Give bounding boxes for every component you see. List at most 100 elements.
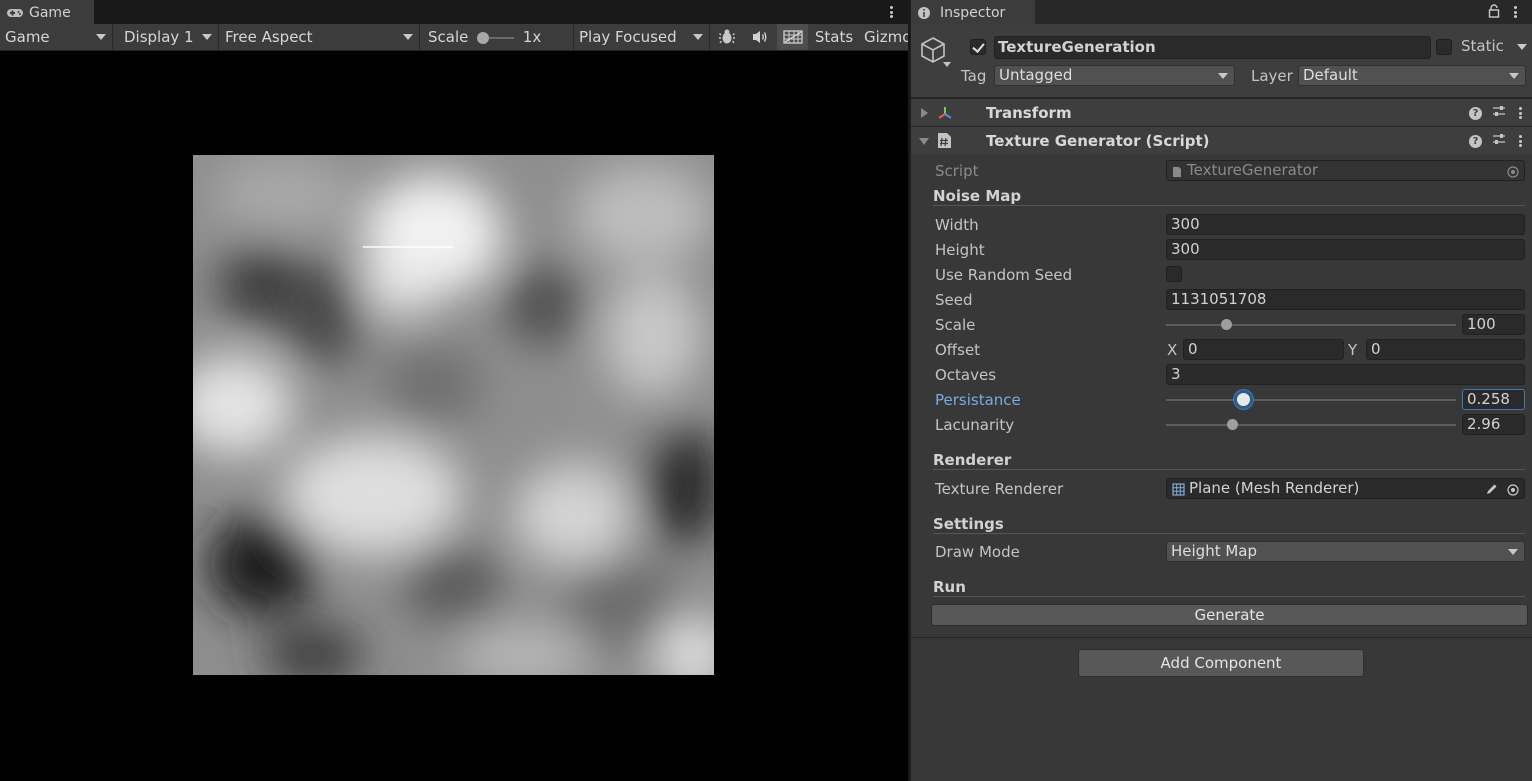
game-more-menu-icon[interactable] bbox=[887, 4, 895, 20]
section-divider bbox=[933, 469, 1525, 470]
octaves-field[interactable]: 3 bbox=[1166, 364, 1525, 385]
script-label: Script bbox=[935, 162, 979, 180]
transform-title: Transform bbox=[986, 104, 1072, 122]
presets-sliders-icon[interactable] bbox=[1492, 104, 1506, 122]
scale-field[interactable]: 100 bbox=[1462, 314, 1525, 335]
scale-slider-thumb[interactable] bbox=[477, 32, 489, 44]
script-file-icon bbox=[1172, 164, 1182, 180]
active-toggle-checkbox[interactable] bbox=[970, 39, 986, 55]
texture-renderer-value: Plane (Mesh Renderer) bbox=[1189, 479, 1360, 497]
use-random-seed-label: Use Random Seed bbox=[935, 266, 1073, 284]
lacunarity-slider[interactable] bbox=[1166, 424, 1456, 426]
static-chevron-down-icon[interactable] bbox=[1517, 44, 1527, 50]
scale-label: Scale bbox=[935, 316, 976, 334]
seed-label: Seed bbox=[935, 291, 973, 309]
scale-slider-thumb[interactable] bbox=[1221, 319, 1233, 330]
component-menu-icon[interactable] bbox=[1516, 105, 1524, 121]
game-view[interactable] bbox=[0, 52, 908, 781]
texture-generator-component-header[interactable]: Texture Generator (Script) ? bbox=[911, 126, 1532, 154]
info-icon bbox=[917, 6, 937, 20]
chevron-down-icon bbox=[1218, 73, 1228, 79]
static-label: Static bbox=[1461, 37, 1504, 55]
play-mode-dropdown[interactable]: Play Focused bbox=[573, 24, 710, 50]
layer-dropdown[interactable]: Default bbox=[1298, 65, 1526, 86]
tag-dropdown[interactable]: Untagged bbox=[994, 65, 1235, 86]
edit-pencil-icon[interactable] bbox=[1485, 482, 1498, 498]
transform-axes-icon bbox=[937, 105, 953, 125]
inspector-panel: Inspector TextureGeneration Static Tag U… bbox=[910, 0, 1532, 781]
help-icon[interactable]: ? bbox=[1469, 106, 1482, 120]
offset-label: Offset bbox=[935, 341, 981, 359]
offset-x-field[interactable]: 0 bbox=[1183, 339, 1344, 360]
tag-label: Tag bbox=[961, 67, 987, 85]
layer-label: Layer bbox=[1251, 67, 1293, 85]
width-label: Width bbox=[935, 216, 979, 234]
foldout-open-icon[interactable] bbox=[919, 138, 929, 145]
lacunarity-field[interactable]: 2.96 bbox=[1462, 414, 1525, 435]
object-picker-target-icon[interactable] bbox=[1507, 482, 1519, 498]
persistance-slider-thumb[interactable] bbox=[1237, 393, 1251, 406]
aspect-dropdown[interactable]: Free Aspect bbox=[220, 24, 420, 50]
chevron-down-icon bbox=[96, 34, 106, 40]
transform-component-header[interactable]: Transform ? bbox=[911, 98, 1532, 126]
foldout-closed-icon[interactable] bbox=[921, 108, 928, 118]
section-divider bbox=[933, 596, 1525, 597]
scale-slider[interactable] bbox=[1166, 324, 1456, 326]
mute-audio-icon[interactable] bbox=[746, 24, 774, 50]
tab-game-label: Game bbox=[29, 5, 71, 21]
draw-mode-value: Height Map bbox=[1171, 542, 1258, 560]
script-hash-icon bbox=[937, 132, 952, 153]
game-tab-bar: Game bbox=[0, 0, 908, 24]
persistance-slider[interactable] bbox=[1166, 399, 1456, 401]
use-random-seed-checkbox[interactable] bbox=[1166, 266, 1182, 282]
stats-button[interactable]: Stats bbox=[812, 24, 856, 50]
section-divider bbox=[933, 205, 1525, 206]
presets-sliders-icon[interactable] bbox=[1492, 132, 1506, 150]
tag-value: Untagged bbox=[999, 66, 1073, 84]
object-header: TextureGeneration Static Tag Untagged La… bbox=[911, 24, 1532, 98]
width-field[interactable]: 300 bbox=[1166, 214, 1525, 235]
scale-value: 1x bbox=[522, 28, 542, 46]
section-run: Run bbox=[933, 578, 966, 596]
seed-field[interactable]: 1131051708 bbox=[1166, 289, 1525, 310]
object-picker-target-icon bbox=[1507, 164, 1519, 180]
persistance-field[interactable]: 0.258 bbox=[1462, 389, 1525, 410]
tab-inspector[interactable]: Inspector bbox=[911, 0, 1035, 24]
offset-y-label: Y bbox=[1348, 341, 1358, 359]
octaves-label: Octaves bbox=[935, 366, 997, 384]
aspect-value: Free Aspect bbox=[225, 28, 313, 46]
section-renderer: Renderer bbox=[933, 451, 1012, 469]
icon-picker-chevron-icon[interactable] bbox=[943, 62, 951, 67]
mesh-renderer-grid-icon bbox=[1172, 482, 1185, 498]
draw-mode-dropdown[interactable]: Height Map bbox=[1166, 541, 1525, 562]
height-field[interactable]: 300 bbox=[1166, 239, 1525, 260]
chevron-down-icon bbox=[1509, 73, 1519, 79]
static-checkbox[interactable] bbox=[1436, 39, 1452, 55]
component-divider bbox=[911, 637, 1532, 638]
lacunarity-slider-thumb[interactable] bbox=[1227, 419, 1239, 430]
view-mode-dropdown[interactable]: Game bbox=[0, 24, 113, 50]
lock-icon[interactable] bbox=[1488, 4, 1500, 22]
help-icon[interactable]: ? bbox=[1469, 134, 1482, 148]
section-noise-map: Noise Map bbox=[933, 187, 1022, 205]
display-dropdown[interactable]: Display 1 bbox=[119, 24, 219, 50]
chevron-down-icon bbox=[1508, 549, 1518, 555]
texture-renderer-object-field[interactable]: Plane (Mesh Renderer) bbox=[1166, 478, 1525, 499]
object-name-field[interactable]: TextureGeneration bbox=[994, 36, 1431, 59]
bug-icon[interactable] bbox=[713, 24, 741, 50]
inspector-more-menu-icon[interactable] bbox=[1511, 4, 1519, 20]
height-label: Height bbox=[935, 241, 985, 259]
component-menu-icon[interactable] bbox=[1516, 133, 1524, 149]
noise-texture-plane bbox=[193, 155, 714, 675]
gamepad-icon bbox=[6, 6, 26, 20]
gizmos-button[interactable]: Gizmos bbox=[860, 24, 908, 50]
generate-button[interactable]: Generate bbox=[931, 604, 1528, 626]
tab-inspector-label: Inspector bbox=[940, 5, 1006, 21]
shortcuts-grid-icon[interactable] bbox=[777, 24, 808, 50]
offset-y-field[interactable]: 0 bbox=[1366, 339, 1525, 360]
texture-renderer-label: Texture Renderer bbox=[935, 480, 1064, 498]
add-component-button[interactable]: Add Component bbox=[1078, 649, 1364, 677]
play-mode-value: Play Focused bbox=[579, 28, 677, 46]
tab-game[interactable]: Game bbox=[0, 0, 94, 24]
section-settings: Settings bbox=[933, 515, 1004, 533]
